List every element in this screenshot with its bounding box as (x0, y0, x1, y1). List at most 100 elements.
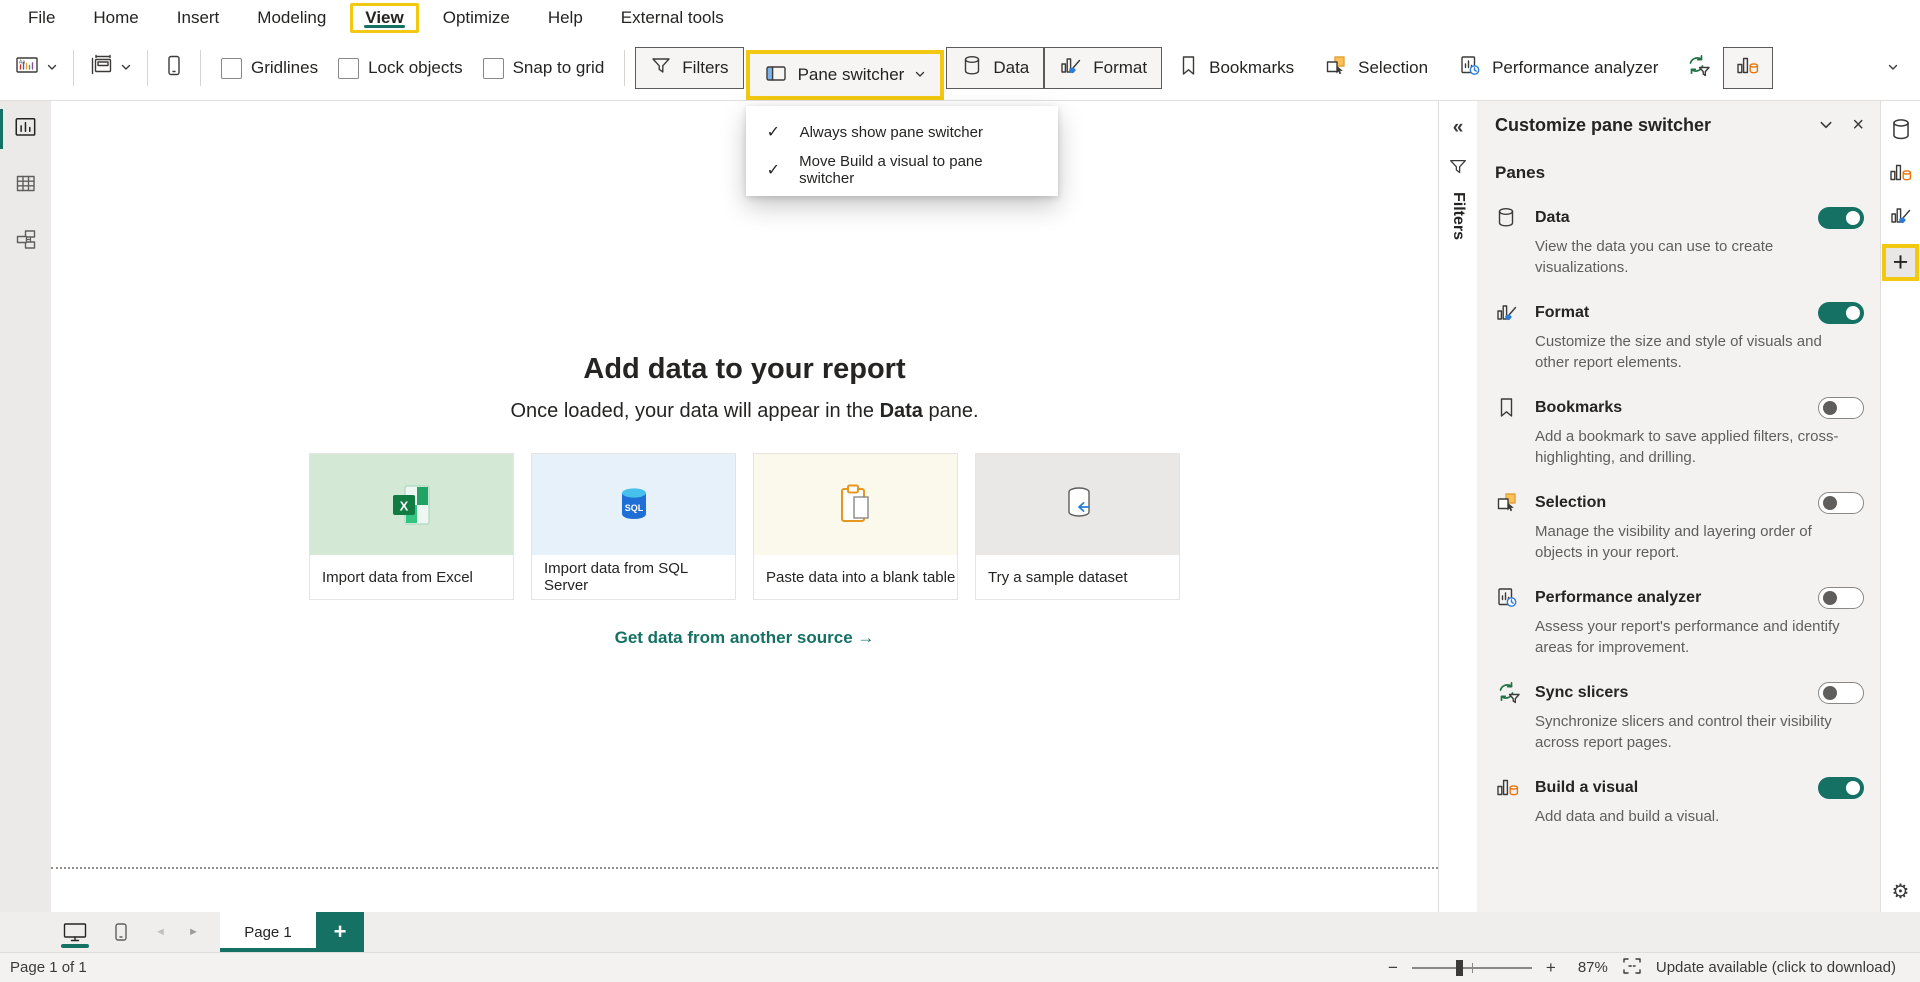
zoom-slider[interactable] (1412, 967, 1532, 969)
selection-pane-toggle[interactable] (1818, 492, 1864, 514)
pane-item-description: Add data and build a visual. (1535, 806, 1850, 827)
expand-filters-chevrons-icon[interactable]: « (1453, 117, 1464, 139)
page-navigation-bar: ◄ ► Page 1 + (0, 912, 1920, 952)
build-a-visual-button[interactable] (1723, 47, 1773, 89)
pane-switcher-icon (764, 62, 788, 89)
pane-item-selection: Selection Manage the visibility and laye… (1495, 491, 1864, 563)
lock-objects-label: Lock objects (368, 58, 463, 78)
format-brush-icon (1495, 301, 1522, 325)
gridlines-label: Gridlines (251, 58, 318, 78)
page-tab[interactable]: Page 1 (220, 912, 316, 952)
build-a-visual-strip-button[interactable] (1885, 158, 1917, 188)
import-sql-card[interactable]: SQL Import data from SQL Server (531, 453, 736, 600)
panel-collapse-chevron-icon[interactable] (1818, 118, 1834, 132)
sample-dataset-icon (976, 454, 1179, 555)
format-pane-strip-button[interactable] (1885, 201, 1917, 231)
model-view-button[interactable] (7, 221, 45, 259)
next-page-arrow[interactable]: ► (177, 912, 210, 952)
menu-item-external-tools[interactable]: External tools (607, 4, 738, 32)
data-cylinder-icon (1495, 206, 1522, 230)
checkbox-box (338, 58, 359, 79)
dropdown-item-always-show-pane-switcher[interactable]: ✓ Always show pane switcher (746, 113, 1058, 151)
menu-item-help[interactable]: Help (534, 4, 597, 32)
zoom-out-button[interactable]: − (1388, 959, 1398, 976)
workspace: Add data to your report Once loaded, you… (0, 101, 1920, 912)
bookmarks-button[interactable]: Bookmarks (1162, 47, 1309, 89)
page-boundary-dotted-line (51, 867, 1438, 869)
panel-close-icon[interactable]: × (1852, 115, 1864, 135)
performance-analyzer-pane-toggle[interactable] (1818, 587, 1864, 609)
menu-item-file[interactable]: File (14, 4, 69, 32)
selection-button[interactable]: Selection (1309, 47, 1443, 89)
build-a-visual-icon (1735, 54, 1761, 83)
canvas-subtitle: Once loaded, your data will appear in th… (510, 400, 978, 423)
performance-analyzer-label: Performance analyzer (1492, 58, 1658, 78)
menu-item-view[interactable]: View (350, 3, 418, 33)
sample-dataset-card[interactable]: Try a sample dataset (975, 453, 1180, 600)
import-excel-card[interactable]: X Import data from Excel (309, 453, 514, 600)
pane-item-name: Performance analyzer (1535, 589, 1818, 607)
pane-item-description: View the data you can use to create visu… (1535, 236, 1850, 278)
gridlines-checkbox[interactable]: Gridlines (221, 58, 318, 79)
page-view-button[interactable] (84, 50, 137, 87)
data-pane-toggle[interactable] (1818, 207, 1864, 229)
collapse-ribbon-chevron[interactable] (1876, 52, 1910, 84)
lock-objects-checkbox[interactable]: Lock objects (338, 58, 463, 79)
performance-analyzer-button[interactable]: Performance analyzer (1443, 47, 1673, 89)
clipboard-icon (754, 454, 957, 555)
page-indicator: Page 1 of 1 (10, 959, 1388, 976)
dropdown-item-move-build-a-visual[interactable]: ✓ Move Build a visual to pane switcher (746, 151, 1058, 189)
view-ribbon: Aa Gridlines Lock objects Sn (0, 36, 1920, 101)
zoom-level[interactable]: 87% (1570, 959, 1608, 976)
svg-text:Aa: Aa (19, 59, 25, 65)
pane-item-sync-slicers: Sync slicers Synchronize slicers and con… (1495, 681, 1864, 753)
status-bar: Page 1 of 1 − + 87% Update available (cl… (0, 952, 1920, 982)
pane-switcher-highlight: Pane switcher ✓ Always show pane switche… (746, 50, 945, 100)
pane-item-data: Data View the data you can use to create… (1495, 206, 1864, 278)
format-label: Format (1093, 58, 1147, 78)
snap-to-grid-checkbox[interactable]: Snap to grid (483, 58, 605, 79)
menu-item-modeling[interactable]: Modeling (243, 4, 340, 32)
format-pane-toggle[interactable] (1818, 302, 1864, 324)
build-a-visual-pane-toggle[interactable] (1818, 777, 1864, 799)
mobile-layout-button[interactable] (158, 50, 190, 87)
themes-button[interactable]: Aa (10, 50, 63, 87)
filter-funnel-icon[interactable] (1448, 157, 1468, 182)
menu-item-home[interactable]: Home (79, 4, 152, 32)
previous-page-arrow[interactable]: ◄ (144, 912, 177, 952)
update-available-link[interactable]: Update available (click to download) (1656, 959, 1896, 976)
fit-to-page-icon[interactable] (1622, 957, 1642, 979)
zoom-in-button[interactable]: + (1546, 959, 1556, 976)
paste-data-card[interactable]: Paste data into a blank table (753, 453, 958, 600)
sync-slicers-button[interactable] (1673, 47, 1723, 89)
mobile-view-button[interactable] (98, 912, 144, 952)
bookmark-icon (1495, 396, 1522, 420)
data-pane-toggle-button[interactable]: Data (946, 47, 1044, 89)
subtitle-prefix: Once loaded, your data will appear in th… (510, 400, 879, 422)
filters-label: Filters (682, 58, 728, 78)
menu-item-insert[interactable]: Insert (163, 4, 234, 32)
report-canvas: Add data to your report Once loaded, you… (51, 101, 1438, 912)
bookmarks-pane-toggle[interactable] (1818, 397, 1864, 419)
menu-item-optimize[interactable]: Optimize (429, 4, 524, 32)
table-view-button[interactable] (7, 165, 45, 203)
zoom-slider-thumb[interactable] (1456, 960, 1463, 976)
data-cylinder-icon (961, 54, 983, 83)
panel-header: Customize pane switcher × (1495, 111, 1864, 139)
pane-item-build-a-visual: Build a visual Add data and build a visu… (1495, 776, 1864, 827)
add-pane-button[interactable]: + (1882, 244, 1919, 281)
settings-gear-icon[interactable]: ⚙ (1892, 879, 1910, 904)
new-page-button[interactable]: + (316, 912, 364, 952)
active-view-indicator (0, 109, 3, 149)
filters-toggle-button[interactable]: Filters (635, 47, 743, 89)
filters-pane-label[interactable]: Filters (1449, 192, 1467, 240)
report-view-button[interactable] (7, 109, 45, 147)
bookmark-icon (1177, 54, 1199, 83)
pane-item-description: Customize the size and style of visuals … (1535, 331, 1850, 373)
data-pane-strip-button[interactable] (1885, 115, 1917, 145)
desktop-view-button[interactable] (52, 912, 98, 952)
format-pane-toggle-button[interactable]: Format (1044, 47, 1162, 89)
get-data-other-source-link[interactable]: Get data from another source → (615, 628, 875, 648)
pane-switcher-button[interactable]: Pane switcher (750, 54, 941, 96)
sync-slicers-pane-toggle[interactable] (1818, 682, 1864, 704)
